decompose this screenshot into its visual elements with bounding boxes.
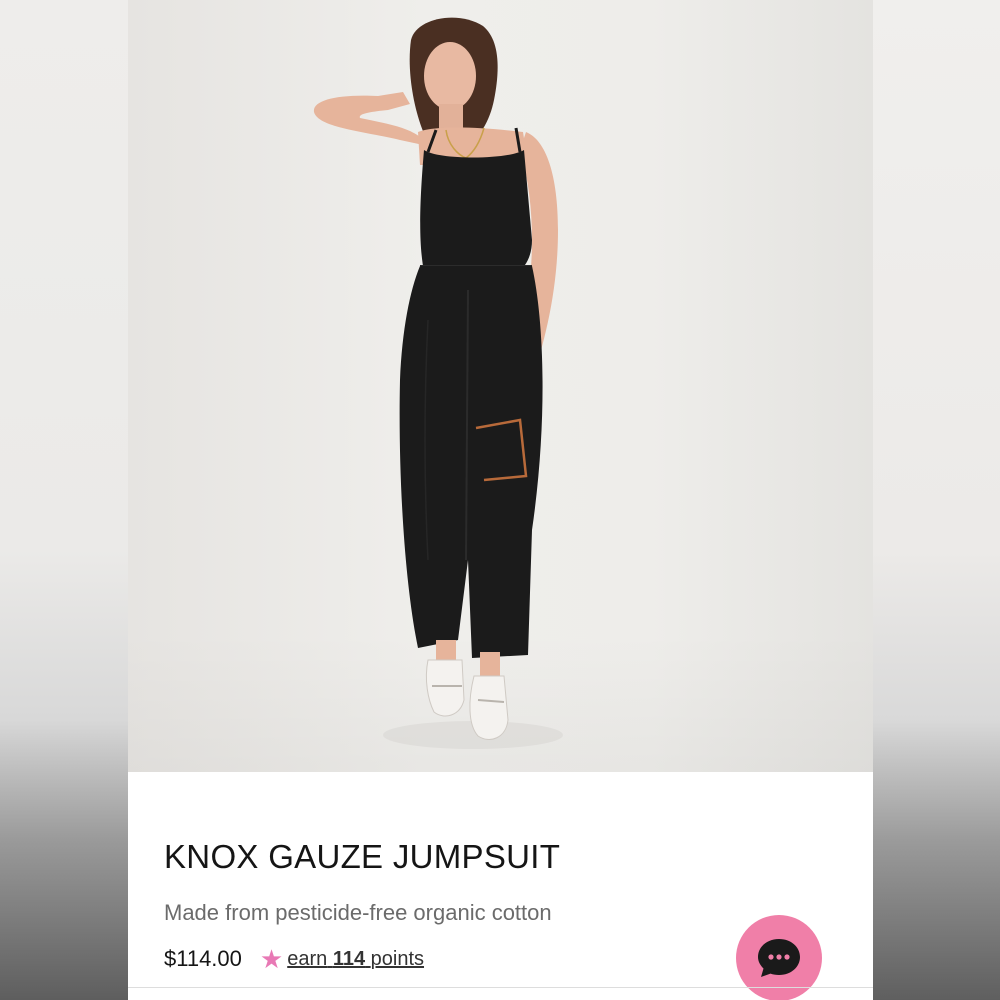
model-illustration [313,17,563,749]
product-subtitle: Made from pesticide-free organic cotton [164,900,552,925]
product-card: KNOX GAUZE JUMPSUIT Made from pesticide-… [128,0,873,1000]
star-icon: ★ [259,944,284,974]
product-image[interactable] [128,0,873,772]
product-title: KNOX GAUZE JUMPSUIT [164,838,561,875]
earn-points-link[interactable]: earn 114 points [287,948,424,971]
chat-bubble-icon [758,939,800,977]
points-label: points [370,947,425,970]
points-value: 114 [332,947,366,970]
price-row: $114.00 ★ earn 114 points [164,946,424,972]
right-background-panel [872,0,1000,1000]
earn-label: earn [287,947,328,970]
product-price: $114.00 [164,946,242,971]
bottom-divider [128,987,873,988]
left-background-panel [0,0,128,1000]
product-info: KNOX GAUZE JUMPSUIT Made from pesticide-… [128,772,873,1000]
